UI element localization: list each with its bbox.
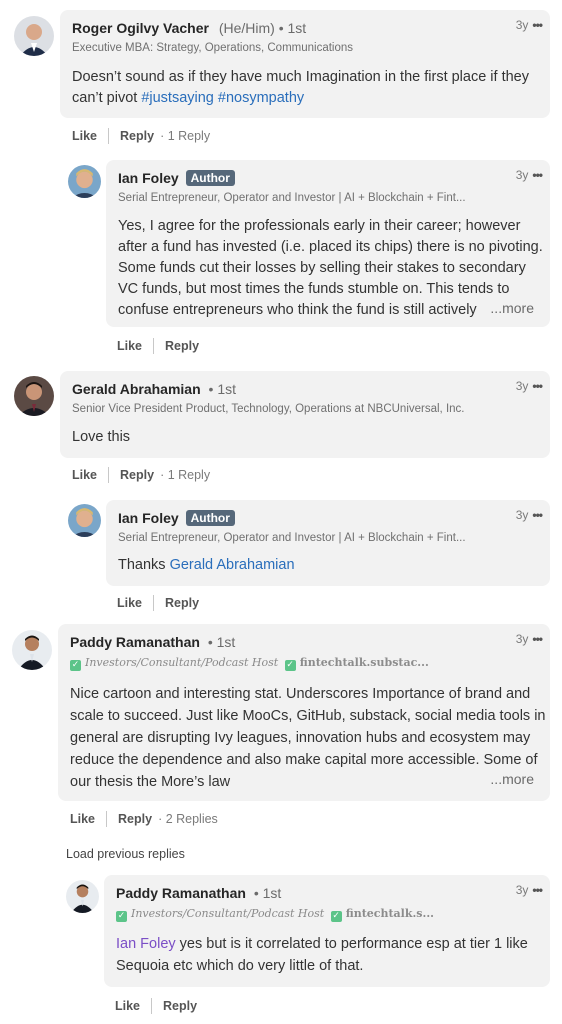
connection-degree: • 1st [208, 381, 236, 397]
comment-actions: Like Reply [117, 338, 199, 354]
more-options-icon[interactable]: ••• [532, 883, 543, 897]
avatar[interactable] [12, 630, 52, 670]
comment-bubble: Roger Ogilvy Vacher (He/Him) • 1st Execu… [60, 10, 550, 118]
avatar[interactable] [66, 880, 99, 913]
divider [106, 811, 108, 827]
more-options-icon[interactable]: ••• [532, 18, 543, 32]
connection-degree: • 1st [278, 20, 307, 36]
like-button[interactable]: Like [70, 812, 95, 826]
hashtag-link[interactable]: #nosympathy [218, 90, 304, 106]
author-headline: Senior Vice President Product, Technolog… [72, 403, 465, 415]
comment-bubble: Paddy Ramanathan • 1st ✓ Investors/Consul… [104, 875, 550, 987]
like-button[interactable]: Like [72, 468, 97, 482]
more-options-icon[interactable]: ••• [532, 632, 543, 646]
reply-count-link[interactable]: · 1 Reply [160, 129, 210, 143]
author-name[interactable]: Ian Foley [118, 510, 179, 526]
comment-actions: Like Reply · 1 Reply [72, 467, 210, 483]
reply-button[interactable]: Reply [163, 999, 197, 1013]
comment-text: Ian Foley yes but is it correlated to pe… [116, 936, 528, 974]
author-badge: Author [185, 510, 235, 526]
checkbox-icon: ✓ [330, 911, 342, 922]
reply-button[interactable]: Reply [120, 129, 154, 143]
reply-count-link[interactable]: · 1 Reply [160, 468, 210, 482]
comment-text: Thanks Gerald Abrahamian [118, 557, 295, 573]
timestamp: 3y [515, 883, 529, 897]
author-name[interactable]: Roger Ogilvy Vacher [72, 20, 209, 36]
pronouns: (He/Him) [218, 20, 275, 36]
author-badge: Author [185, 170, 235, 186]
comment-bubble: Ian Foley Author Serial Entrepreneur, Op… [106, 500, 550, 586]
comment-actions: Like Reply [117, 595, 199, 611]
author-headline: Serial Entrepreneur, Operator and Invest… [118, 532, 466, 544]
timestamp: 3y [515, 168, 529, 182]
reply-button[interactable]: Reply [120, 468, 154, 482]
avatar[interactable] [68, 504, 101, 537]
author-headline: ✓ Investors/Consultant/Podcast Host ✓ fint… [70, 656, 429, 671]
comment-actions: Like Reply [115, 998, 197, 1014]
like-button[interactable]: Like [72, 129, 97, 143]
avatar[interactable] [14, 16, 54, 56]
timestamp: 3y [515, 632, 529, 646]
connection-degree: • 1st [253, 885, 282, 901]
see-more-link[interactable]: ...more [490, 300, 534, 316]
comment-bubble: Gerald Abrahamian • 1st Senior Vice Pres… [60, 371, 550, 458]
comment-actions: Like Reply · 1 Reply [72, 128, 210, 144]
comment-text: Nice cartoon and interesting stat. Under… [70, 686, 546, 790]
comment-actions: Like Reply · 2 Replies [70, 811, 218, 827]
like-button[interactable]: Like [117, 596, 142, 610]
checkbox-icon: ✓ [284, 660, 296, 671]
divider [153, 338, 155, 354]
avatar[interactable] [14, 376, 54, 416]
reply-button[interactable]: Reply [118, 812, 152, 826]
author-headline: Serial Entrepreneur, Operator and Invest… [118, 192, 466, 204]
timestamp: 3y [515, 379, 529, 393]
author-headline: Executive MBA: Strategy, Operations, Com… [72, 42, 354, 54]
author-name[interactable]: Paddy Ramanathan [116, 885, 246, 901]
author-name[interactable]: Ian Foley [118, 170, 179, 186]
more-options-icon[interactable]: ••• [532, 379, 543, 393]
comment-text: Yes, I agree for the professionals early… [118, 218, 543, 318]
timestamp: 3y [515, 508, 529, 522]
checkbox-icon: ✓ [70, 660, 81, 671]
more-options-icon[interactable]: ••• [532, 168, 543, 182]
see-more-link[interactable]: ...more [490, 771, 534, 787]
mention-link[interactable]: Ian Foley [116, 936, 176, 952]
like-button[interactable]: Like [115, 999, 140, 1013]
author-name[interactable]: Paddy Ramanathan [70, 634, 200, 650]
author-name[interactable]: Gerald Abrahamian [72, 381, 201, 397]
checkbox-icon: ✓ [116, 911, 127, 922]
divider [151, 998, 153, 1014]
comment-bubble: Paddy Ramanathan • 1st ✓ Investors/Consul… [58, 624, 550, 801]
hashtag-link[interactable]: #justsaying [141, 90, 214, 106]
divider [153, 595, 155, 611]
comment-text: Doesn’t sound as if they have much Imagi… [72, 69, 529, 106]
divider [108, 467, 110, 483]
timestamp: 3y [515, 18, 529, 32]
mention-link[interactable]: Gerald Abrahamian [170, 557, 295, 573]
load-previous-replies-link[interactable]: Load previous replies [66, 847, 185, 861]
divider [108, 128, 110, 144]
comment-bubble: Ian Foley Author Serial Entrepreneur, Op… [106, 160, 550, 327]
like-button[interactable]: Like [117, 339, 142, 353]
author-headline: ✓ Investors/Consultant/Podcast Host ✓ fint… [116, 907, 434, 922]
reply-count-link[interactable]: · 2 Replies [158, 812, 218, 826]
avatar[interactable] [68, 165, 101, 198]
more-options-icon[interactable]: ••• [532, 508, 543, 522]
reply-button[interactable]: Reply [165, 596, 199, 610]
reply-button[interactable]: Reply [165, 339, 199, 353]
comment-text: Love this [72, 429, 131, 445]
connection-degree: • 1st [207, 634, 236, 650]
